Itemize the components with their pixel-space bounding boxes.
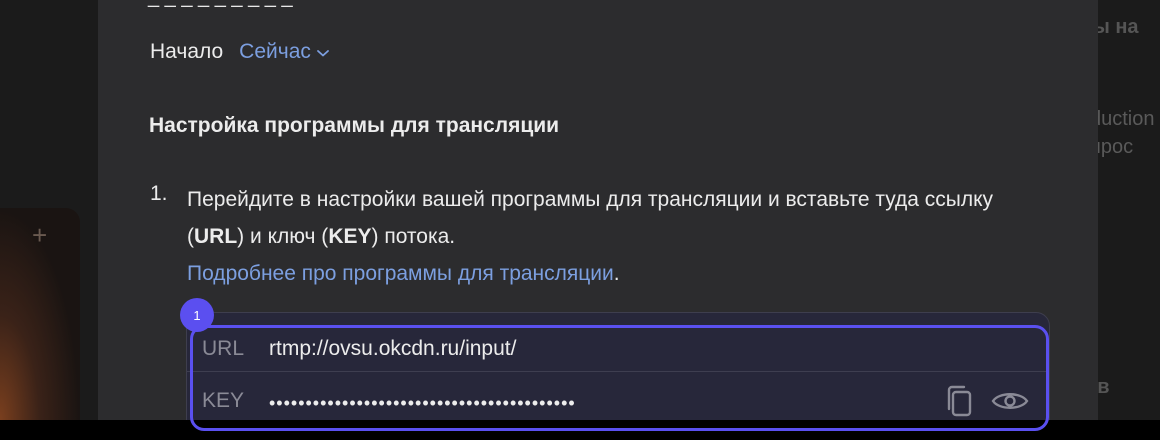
key-bold: KEY xyxy=(328,225,372,248)
start-row: Начало Сейчас xyxy=(150,40,330,64)
streaming-programs-link[interactable]: Подробнее про программы для трансляции xyxy=(187,262,614,285)
step-instructions: Перейдите в настройки вашей программы дл… xyxy=(187,181,1047,292)
screen: + ды на 1 duction прос ов _ _ _ _ _ _ _ … xyxy=(0,0,1160,440)
eye-icon xyxy=(991,393,1029,409)
row-divider xyxy=(187,371,1049,372)
start-label: Начало xyxy=(150,40,224,63)
copy-key-button[interactable] xyxy=(941,383,977,419)
cut-off-text: _ _ _ _ _ _ _ _ _ xyxy=(148,0,293,9)
step-text-part: ) потока. xyxy=(371,225,456,248)
annotation-badge: 1 xyxy=(180,298,214,332)
key-value[interactable]: ••••••••••••••••••••••••••••••••••••••••… xyxy=(269,393,576,414)
background-text: duction xyxy=(1090,108,1155,130)
key-label: KEY xyxy=(202,389,245,412)
link-period: . xyxy=(613,262,620,285)
plus-icon: + xyxy=(32,220,48,250)
stream-settings-modal: _ _ _ _ _ _ _ _ _ Начало Сейчас Настройк… xyxy=(98,0,1098,420)
copy-icon xyxy=(947,385,972,417)
url-value[interactable]: rtmp://ovsu.okcdn.ru/input/ xyxy=(269,337,516,361)
section-title: Настройка программы для трансляции xyxy=(149,114,560,137)
show-key-button[interactable] xyxy=(989,383,1031,419)
step-number: 1. xyxy=(150,182,168,205)
stream-credentials-box: URL rtmp://ovsu.okcdn.ru/input/ KEY ••••… xyxy=(186,312,1050,420)
url-bold: URL xyxy=(194,225,238,248)
start-value: Сейчас xyxy=(239,40,311,63)
chevron-down-icon xyxy=(316,50,329,57)
key-row[interactable]: KEY ••••••••••••••••••••••••••••••••••••… xyxy=(187,379,1049,420)
url-label: URL xyxy=(202,337,245,360)
bottom-bar xyxy=(0,420,1160,440)
url-row[interactable]: URL rtmp://ovsu.okcdn.ru/input/ xyxy=(187,327,1049,371)
step-text-part: ) и ключ ( xyxy=(237,225,329,248)
start-dropdown[interactable]: Сейчас xyxy=(239,40,330,64)
